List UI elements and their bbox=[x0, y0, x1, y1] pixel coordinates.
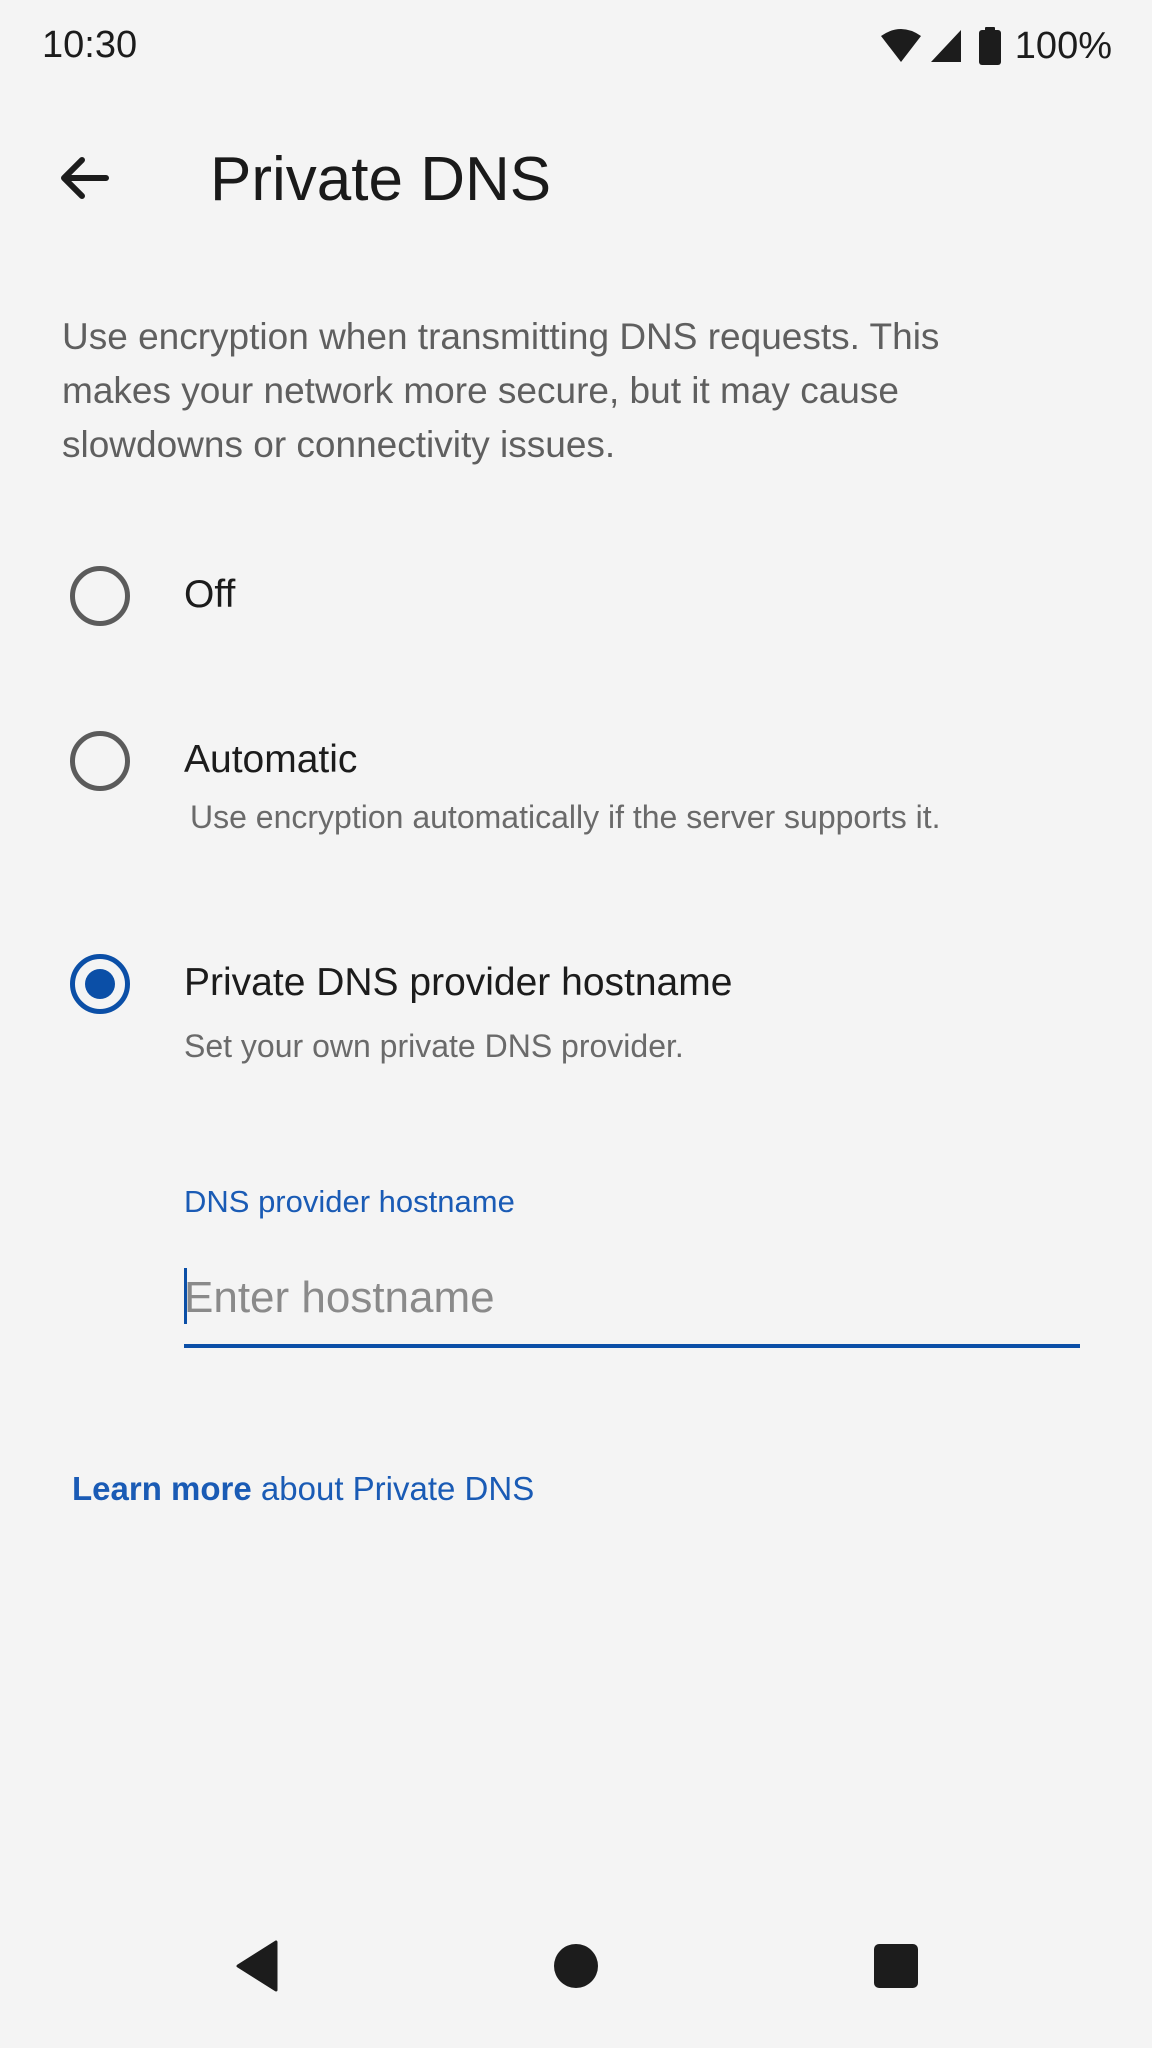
battery-percent: 100% bbox=[1014, 25, 1112, 67]
learn-more-rest: about Private DNS bbox=[251, 1470, 535, 1507]
battery-icon bbox=[978, 27, 1001, 65]
nav-back-icon bbox=[230, 1938, 286, 1999]
learn-more-link[interactable]: Learn more about Private DNS bbox=[72, 1466, 534, 1512]
option-automatic[interactable]: Automatic Use encryption automatically i… bbox=[0, 725, 1152, 845]
hostname-input[interactable] bbox=[184, 1252, 1080, 1348]
wifi-icon bbox=[879, 28, 923, 64]
status-time: 10:30 bbox=[42, 24, 138, 66]
nav-home-icon bbox=[551, 1941, 601, 1996]
option-provider-hostname-summary: Set your own private DNS provider. bbox=[184, 1028, 684, 1064]
option-provider-hostname[interactable]: Private DNS provider hostname Set your o… bbox=[0, 948, 1152, 1068]
option-off-label: Off bbox=[184, 573, 236, 616]
text-cursor bbox=[184, 1268, 187, 1324]
app-bar: Private DNS bbox=[0, 120, 1152, 240]
radio-selected-dot bbox=[85, 969, 115, 999]
cellular-signal-icon bbox=[929, 28, 963, 64]
option-automatic-label: Automatic bbox=[184, 738, 358, 781]
option-provider-hostname-label: Private DNS provider hostname bbox=[184, 961, 733, 1004]
nav-back-button[interactable] bbox=[218, 1928, 298, 2008]
nav-home-button[interactable] bbox=[536, 1928, 616, 2008]
hostname-field-label: DNS provider hostname bbox=[184, 1184, 515, 1219]
navigation-bar bbox=[0, 1900, 1152, 2048]
learn-more-strong: Learn more bbox=[72, 1470, 252, 1507]
option-off[interactable]: Off bbox=[0, 560, 1152, 632]
nav-recents-icon bbox=[873, 1943, 919, 1994]
radio-automatic[interactable] bbox=[70, 731, 130, 791]
page-title: Private DNS bbox=[210, 145, 552, 214]
status-icons: 100% bbox=[879, 22, 1112, 70]
radio-provider-hostname[interactable] bbox=[70, 954, 130, 1014]
description-text: Use encryption when transmitting DNS req… bbox=[62, 316, 940, 465]
back-button[interactable] bbox=[46, 142, 122, 218]
option-automatic-summary: Use encryption automatically if the serv… bbox=[190, 799, 941, 835]
arrow-back-icon bbox=[56, 150, 112, 211]
status-bar: 10:30 100% bbox=[0, 0, 1152, 92]
nav-recents-button[interactable] bbox=[856, 1928, 936, 2008]
radio-off[interactable] bbox=[70, 566, 130, 626]
